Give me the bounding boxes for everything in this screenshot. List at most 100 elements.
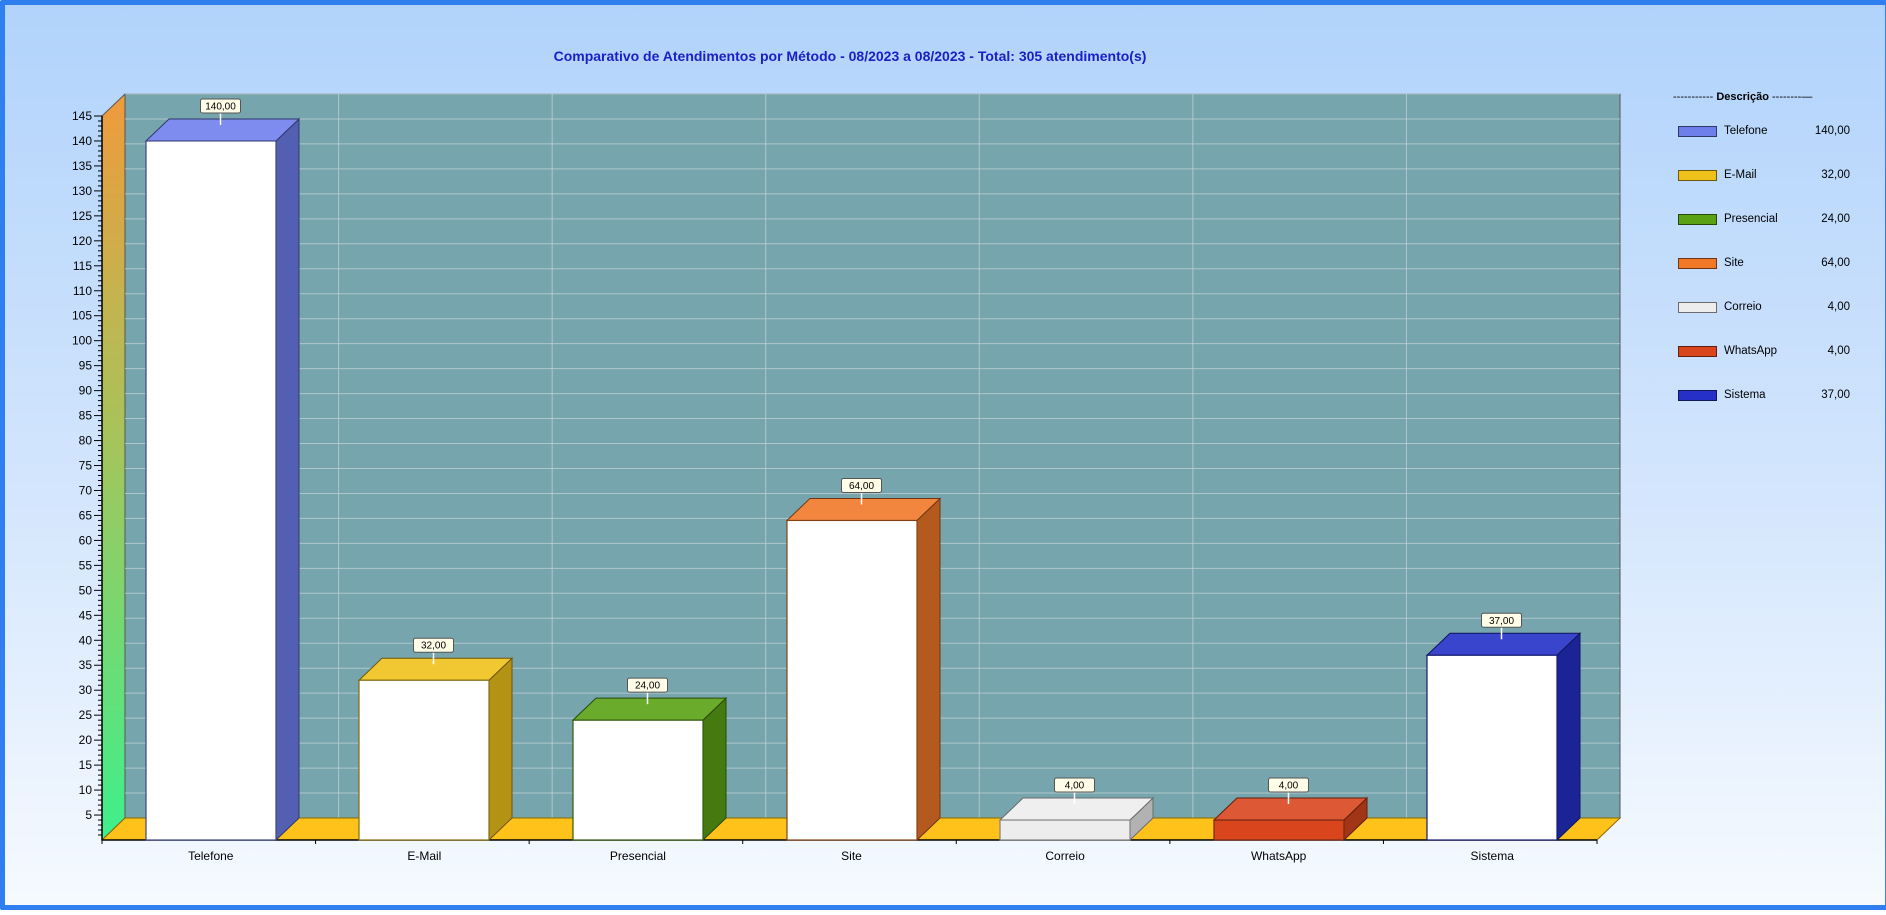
- y-tick-label: 20: [79, 733, 93, 747]
- y-tick-label: 45: [79, 608, 93, 622]
- legend-swatch: [1678, 258, 1717, 269]
- y-tick-label: 90: [79, 384, 93, 398]
- legend-value: 32,00: [1821, 169, 1850, 181]
- bar-email: [357, 657, 514, 842]
- bar-telefone: [144, 117, 301, 842]
- data-label: 140,00: [205, 101, 236, 112]
- bar-top-face: [1425, 632, 1582, 656]
- y-tick-label: 110: [73, 284, 92, 298]
- bar-side-face: [916, 497, 941, 842]
- y-tick-label: 105: [72, 309, 92, 323]
- legend-label: Site: [1724, 257, 1744, 269]
- y-tick-label: 125: [72, 209, 92, 223]
- bar-top-face: [998, 797, 1155, 821]
- x-tick-label: Correio: [1045, 849, 1085, 863]
- y-tick-label: 25: [79, 708, 93, 722]
- bar-site: [785, 497, 942, 842]
- bar-side-face: [275, 117, 300, 842]
- bar-side-face: [702, 696, 727, 842]
- bar-front-face: [1213, 819, 1345, 841]
- bar-side-face: [488, 657, 513, 842]
- legend-swatch: [1678, 390, 1717, 401]
- y-tick-label: 30: [79, 683, 93, 697]
- x-tick-label: Site: [841, 849, 862, 863]
- plot-left-wall: [101, 92, 126, 842]
- legend-label: Sistema: [1724, 389, 1766, 401]
- y-tick-label: 100: [72, 334, 92, 348]
- bar-front-face: [572, 719, 704, 841]
- legend-swatch: [1678, 170, 1717, 181]
- legend-item-presencial: Presencial 24,00: [1678, 213, 1868, 227]
- legend-header-prefix: -----------: [1673, 91, 1717, 103]
- x-tick-label: E-Mail: [407, 849, 441, 863]
- legend-item-site: Site 64,00: [1678, 257, 1868, 271]
- legend-label: WhatsApp: [1724, 345, 1778, 357]
- y-tick-label: 120: [72, 234, 92, 248]
- y-tick-label: 135: [72, 159, 92, 173]
- bar-correio: [998, 796, 1155, 842]
- legend-label: Telefone: [1724, 125, 1768, 137]
- data-label: 4,00: [1279, 781, 1299, 792]
- bar-sistema: [1425, 632, 1582, 842]
- legend-item-email: E-Mail 32,00: [1678, 169, 1868, 183]
- legend-header: ----------- Descrição --------—: [1673, 91, 1873, 103]
- bar-front-face: [999, 819, 1131, 841]
- bar-front-face: [145, 140, 277, 841]
- data-label: 32,00: [421, 641, 446, 652]
- legend-item-telefone: Telefone 140,00: [1678, 125, 1868, 139]
- bar-front-face: [358, 679, 490, 841]
- y-tick-label: 50: [79, 583, 93, 597]
- legend-item-whatsapp: WhatsApp 4,00: [1678, 345, 1868, 359]
- y-tick-label: 40: [79, 633, 93, 647]
- y-tick-label: 55: [79, 558, 93, 572]
- data-label: 37,00: [1489, 616, 1514, 627]
- legend-item-sistema: Sistema 37,00: [1678, 389, 1868, 403]
- y-tick-label: 5: [85, 808, 92, 822]
- legend-value: 4,00: [1827, 301, 1850, 313]
- legend-value: 140,00: [1814, 125, 1850, 137]
- bar-top-face: [571, 697, 728, 721]
- y-tick-label: 85: [79, 409, 93, 423]
- bar-front-face: [1426, 654, 1558, 841]
- bar-top-face: [357, 657, 514, 681]
- bar-top-face: [144, 118, 301, 142]
- y-tick-label: 145: [72, 109, 92, 123]
- legend-label: E-Mail: [1724, 169, 1757, 181]
- x-tick-label: Sistema: [1471, 849, 1515, 863]
- legend-swatch: [1678, 214, 1717, 225]
- data-label: 64,00: [849, 481, 874, 492]
- y-tick-label: 95: [79, 359, 93, 373]
- legend-value: 64,00: [1821, 257, 1850, 269]
- legend-swatch: [1678, 126, 1717, 137]
- y-tick-label: 140: [72, 134, 92, 148]
- legend-value: 4,00: [1827, 345, 1850, 357]
- legend-header-suffix: --------—: [1768, 91, 1813, 103]
- legend-header-title: Descrição: [1716, 91, 1769, 103]
- chart-canvas: 5 10 15 20 25 30 35 40 45 50 55 60 65 70 75 80 85 90 95 100…: [72, 92, 1622, 863]
- y-tick-label: 35: [79, 658, 93, 672]
- bar-top-face: [785, 497, 942, 521]
- y-tick-label: 10: [79, 783, 93, 797]
- y-tick-label: 80: [79, 434, 93, 448]
- bar-front-face: [786, 519, 918, 841]
- legend-item-correio: Correio 4,00: [1678, 301, 1868, 315]
- chart-legend: ----------- Descrição --------— Telefone…: [1673, 91, 1873, 401]
- y-tick-label: 70: [79, 483, 93, 497]
- data-label: 24,00: [635, 681, 660, 692]
- bar-top-face: [1212, 797, 1369, 821]
- legend-value: 24,00: [1821, 213, 1850, 225]
- legend-value: 37,00: [1821, 389, 1850, 401]
- data-label: 4,00: [1065, 781, 1085, 792]
- legend-swatch: [1678, 302, 1717, 313]
- legend-label: Presencial: [1724, 213, 1778, 225]
- legend-swatch: [1678, 346, 1717, 357]
- y-tick-label: 15: [79, 758, 93, 772]
- x-tick-label: Presencial: [610, 849, 666, 863]
- legend-label: Correio: [1724, 301, 1762, 313]
- bar-side-face: [1556, 632, 1581, 842]
- x-tick-label: WhatsApp: [1251, 849, 1307, 863]
- chart-title: Comparativo de Atendimentos por Método -…: [553, 48, 1147, 64]
- y-tick-label: 130: [72, 184, 92, 198]
- bar-whatsapp: [1212, 796, 1369, 842]
- y-tick-label: 75: [79, 459, 93, 473]
